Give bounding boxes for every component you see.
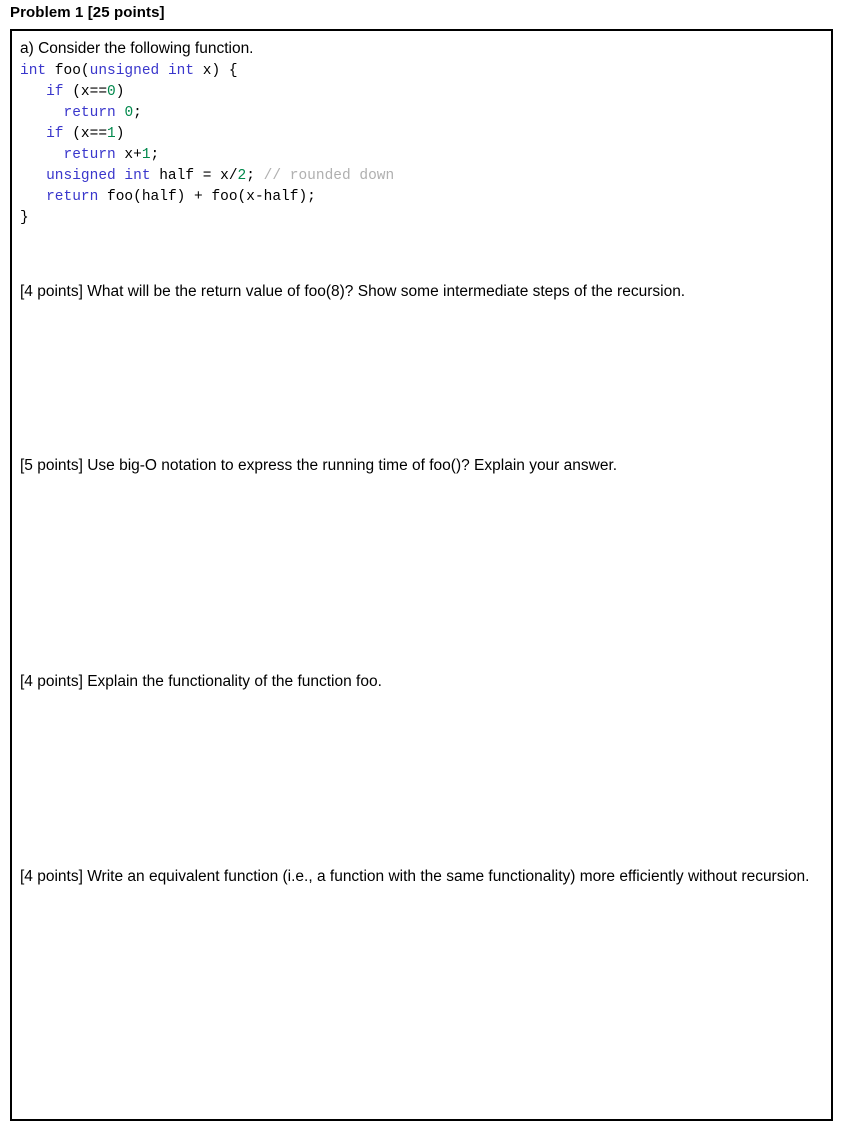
question-4: [4 points] Write an equivalent function …	[20, 868, 810, 885]
code-token-kw: if	[46, 126, 64, 142]
page-title: Problem 1 [25 points]	[10, 4, 165, 21]
question-2: [5 points] Use big-O notation to express…	[20, 457, 618, 474]
code-token-num: 1	[141, 147, 151, 163]
code-token-kw: return	[63, 147, 116, 163]
code-token-pln	[20, 168, 46, 184]
code-token-pln: ;	[246, 168, 264, 184]
code-line: return foo(half) + foo(x-half);	[20, 187, 394, 208]
code-token-pln	[20, 189, 46, 205]
code-token-pln: foo(half) + foo(x-half);	[98, 189, 316, 205]
question-1: [4 points] What will be the return value…	[20, 283, 686, 300]
code-token-num: 2	[237, 168, 247, 184]
code-token-num: 1	[107, 126, 116, 142]
code-token-pln: (x==	[63, 84, 108, 100]
code-token-kw: unsigned int	[46, 168, 151, 184]
question-3: [4 points] Explain the functionality of …	[20, 673, 382, 690]
problem-body-box: a) Consider the following function. int …	[10, 29, 833, 1121]
answer-space-1[interactable]	[20, 303, 826, 453]
problem-box-inner: a) Consider the following function. int …	[12, 31, 831, 1119]
code-line: unsigned int half = x/2; // rounded down	[20, 166, 394, 187]
code-token-pln	[20, 84, 46, 100]
code-line: if (x==0)	[20, 82, 394, 103]
code-token-pln: ;	[150, 147, 160, 163]
code-token-cmt: // rounded down	[263, 168, 395, 184]
code-line: return 0;	[20, 103, 394, 124]
code-listing: int foo(unsigned int x) { if (x==0) retu…	[20, 61, 394, 229]
code-token-pln: x+	[115, 147, 142, 163]
exam-page: Problem 1 [25 points] a) Consider the fo…	[0, 0, 844, 1134]
code-token-pln: }	[20, 210, 29, 226]
code-token-pln	[20, 126, 46, 142]
code-token-kw: return	[46, 189, 99, 205]
code-line: }	[20, 208, 394, 229]
code-line: int foo(unsigned int x) {	[20, 61, 394, 82]
code-token-pln: )	[115, 126, 125, 142]
code-token-pln: ;	[133, 105, 142, 121]
code-token-pln: (x==	[63, 126, 108, 142]
code-line: return x+1;	[20, 145, 394, 166]
code-token-pln: foo(	[46, 63, 90, 79]
answer-space-4[interactable]	[20, 909, 826, 1114]
problem-intro-text: a) Consider the following function.	[20, 40, 254, 57]
code-token-num: 0	[124, 105, 134, 121]
answer-space-2[interactable]	[20, 477, 826, 667]
code-token-kw: int	[20, 63, 47, 79]
answer-space-3[interactable]	[20, 693, 826, 863]
code-token-kw: unsigned int	[89, 63, 195, 79]
code-token-kw: if	[46, 84, 64, 100]
code-token-pln: x) {	[194, 63, 238, 79]
code-token-num: 0	[107, 84, 116, 100]
code-token-pln	[20, 147, 64, 163]
code-line: if (x==1)	[20, 124, 394, 145]
code-token-pln: half = x/	[150, 168, 238, 184]
code-token-pln	[20, 105, 64, 121]
code-token-kw: return	[63, 105, 116, 121]
code-token-pln: )	[115, 84, 125, 100]
